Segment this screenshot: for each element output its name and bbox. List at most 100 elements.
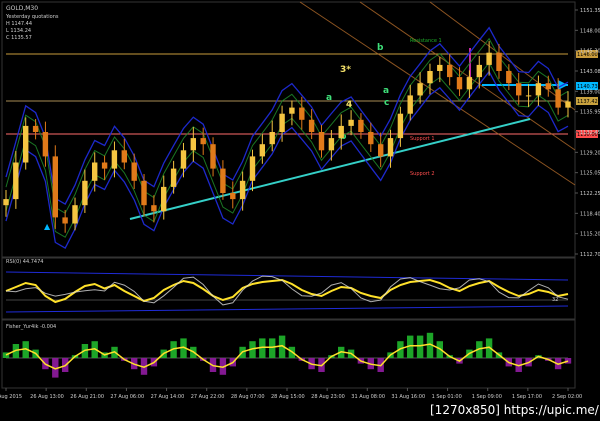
candle-body — [447, 64, 453, 78]
candle — [378, 132, 384, 168]
candle-body — [230, 193, 236, 200]
candle-body — [121, 150, 127, 163]
candle-body — [427, 71, 433, 84]
info-line-2: H 1147.44 — [6, 21, 32, 27]
candle-body — [151, 205, 157, 212]
y-tick-label: 1151.35 — [580, 8, 600, 14]
candle-body — [131, 162, 137, 181]
candle-body — [279, 113, 285, 132]
y-tick-label: 1115.20 — [580, 232, 600, 238]
candle-body — [62, 217, 68, 224]
y-tick-label: 1129.20 — [580, 150, 600, 156]
candle-body — [141, 180, 147, 206]
rsi-level-label: 32 — [552, 297, 558, 303]
candle-body — [397, 113, 404, 139]
candle — [447, 53, 453, 86]
x-tick-label: 2 Sep 02:00 — [552, 394, 582, 400]
candle — [545, 75, 551, 97]
fisher-bar — [269, 338, 276, 358]
fisher-title: Fisher_Yur4ik -0.004 — [6, 324, 56, 330]
wave-label: a — [383, 86, 389, 96]
candle — [289, 100, 295, 126]
candle-body — [239, 180, 246, 200]
x-tick-label: 1 Sep 09:00 — [472, 394, 502, 400]
candle-body — [456, 77, 463, 90]
candle-body — [200, 138, 206, 145]
rsi-lower-channel — [5, 305, 569, 313]
candle-body — [210, 144, 216, 169]
candle-body — [368, 132, 374, 145]
info-line-1: Yesterday quotations — [5, 14, 59, 20]
candle — [62, 209, 68, 233]
y-tick-label: 1143.08 — [580, 69, 600, 75]
candle-body — [52, 156, 58, 218]
candle-body — [82, 180, 88, 206]
x-tick-label: 27 Aug 14:00 — [151, 394, 185, 400]
watermark: [1270x850] https://upic.me/ — [430, 403, 600, 417]
candle-body — [437, 64, 443, 71]
candle-body — [407, 95, 413, 114]
candle-body — [101, 162, 108, 169]
x-tick-label: 1 Sep 01:00 — [432, 394, 462, 400]
candle-body — [161, 186, 167, 212]
support2-label: Support 2 — [410, 171, 435, 177]
candle-body — [525, 95, 532, 97]
candle-body — [92, 162, 98, 181]
bollinger-bands — [5, 26, 569, 250]
candle — [239, 171, 246, 211]
candle — [525, 84, 532, 107]
candle-body — [269, 132, 275, 145]
inner-upper-band — [5, 37, 569, 214]
candle-body — [516, 83, 522, 96]
candles — [3, 41, 571, 233]
x-tick-label: 1 Sep 17:00 — [512, 394, 542, 400]
chart-window: 3*abc4ba▲1146.001140.731137.421130.00 11… — [0, 0, 600, 421]
candle — [368, 122, 374, 152]
x-tick-label: 28 Aug 15:00 — [271, 394, 305, 400]
fisher-bar — [416, 335, 424, 358]
candle-body — [170, 168, 177, 187]
candle-body — [565, 101, 571, 108]
candle-body — [299, 107, 305, 120]
y-tick-label: 1139.00 — [580, 89, 600, 95]
info-line-4: C 1135.57 — [6, 35, 32, 41]
x-tick-label: 31 Aug 16:00 — [391, 394, 425, 400]
y-tick-label: 1132.45 — [580, 130, 600, 136]
candle — [82, 169, 88, 213]
candle-body — [3, 199, 9, 206]
candle-body — [417, 83, 423, 96]
price-badge-text: 1137.42 — [577, 99, 598, 105]
candle — [516, 73, 522, 105]
price-badge: 1137.42 — [576, 97, 598, 105]
candle — [23, 117, 29, 170]
candle — [476, 55, 482, 89]
candle — [190, 127, 196, 162]
candle-body — [190, 138, 196, 151]
wave-label: a — [326, 93, 332, 103]
price-chart: 3*abc4ba▲1146.001140.731137.421130.00 11… — [0, 1, 600, 417]
channel-upper — [299, 1, 576, 186]
candle — [52, 145, 58, 229]
candle-body — [348, 119, 354, 126]
x-axis: 26 Aug 2015 26 Aug 13:00 26 Aug 21:00 27 Au… — [0, 388, 582, 400]
candle-body — [555, 89, 561, 108]
y-tick-label: 1135.95 — [580, 110, 600, 116]
candle-body — [23, 125, 29, 163]
candle — [565, 91, 571, 118]
fisher-signal-line — [5, 343, 569, 370]
candle — [279, 105, 285, 142]
candle-body — [496, 52, 502, 71]
candle-body — [387, 138, 394, 157]
candle-body — [466, 77, 473, 90]
support1-label: Support 1 — [410, 136, 435, 142]
candle — [397, 106, 404, 147]
candle-body — [180, 150, 187, 169]
candle-body — [328, 138, 335, 151]
x-tick-label: 26 Aug 2015 — [0, 394, 22, 400]
info-line-3: L 1134.24 — [6, 28, 31, 34]
candle — [32, 119, 39, 140]
rsi-signal-line — [5, 275, 569, 306]
wave-label: c — [384, 98, 389, 108]
fisher-indicator — [2, 332, 572, 378]
candle-body — [476, 64, 482, 78]
